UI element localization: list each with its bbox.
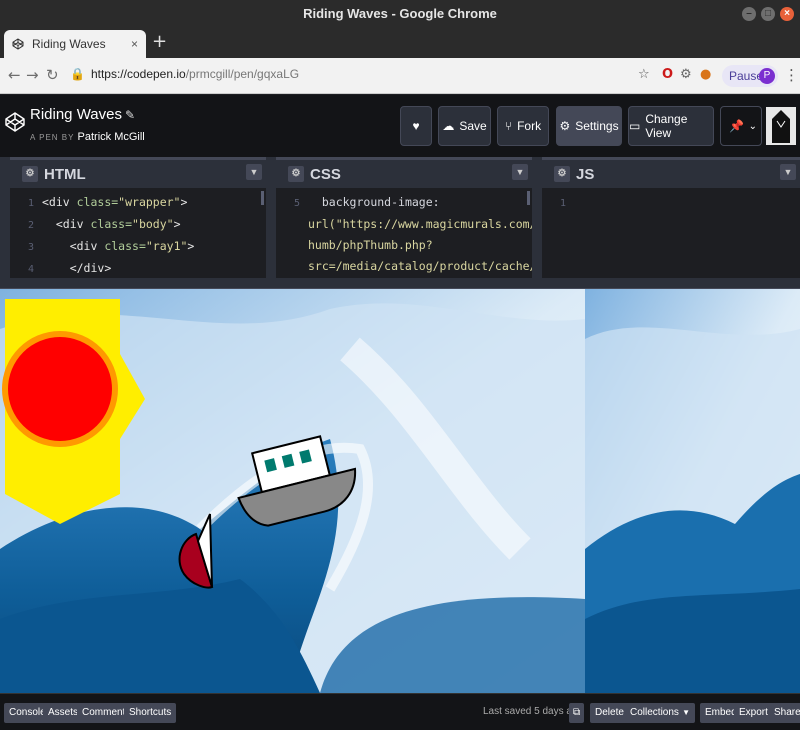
pin-menu-button[interactable]: 📌 ⌄ xyxy=(720,106,762,146)
css-code[interactable]: 5 background-image: url("https://www.mag… xyxy=(276,188,532,277)
profile-avatar: P xyxy=(759,68,775,84)
extension-icon[interactable]: ⚙ xyxy=(680,67,692,82)
codepen-favicon-icon xyxy=(12,38,24,50)
result-preview[interactable] xyxy=(0,289,800,693)
css-chevron-down-icon[interactable]: ▼ xyxy=(512,164,528,180)
codepen-footer: Console Assets Comments Shortcuts Last s… xyxy=(0,693,800,730)
layout-icon: ▭ xyxy=(629,119,641,133)
love-button[interactable]: ♥ xyxy=(400,106,432,146)
html-scrollbar[interactable] xyxy=(261,191,264,205)
tab-close-icon[interactable]: × xyxy=(131,37,138,51)
css-pane-label: CSS xyxy=(310,165,341,183)
window-title: Riding Waves - Google Chrome xyxy=(303,6,497,21)
export-button[interactable]: Export xyxy=(734,703,773,723)
code-line: 1 xyxy=(559,198,566,209)
html-editor-pane[interactable]: ⚙ HTML ▼ 1 <div class="wrapper"> 2 <div c… xyxy=(10,157,266,278)
collections-dropdown[interactable]: Collections ▼ xyxy=(625,703,695,723)
css-scrollbar[interactable] xyxy=(527,191,530,205)
sailboat-graphic xyxy=(178,513,214,589)
close-icon[interactable]: × xyxy=(780,7,794,21)
url-host: https://codepen.io xyxy=(90,67,186,81)
chevron-down-icon: ⌄ xyxy=(748,120,757,132)
url-field[interactable]: 🔒 https://codepen.io/prmcgill/pen/gqxaLG xyxy=(70,67,299,81)
boat-graphic xyxy=(237,435,357,527)
js-editor-pane[interactable]: ⚙ JS ▼ 1 xyxy=(542,157,800,278)
js-chevron-down-icon[interactable]: ▼ xyxy=(780,164,796,180)
cloud-icon: ☁ xyxy=(442,119,455,133)
lock-icon: 🔒 xyxy=(70,67,85,81)
fork-button[interactable]: ⑂ Fork xyxy=(497,106,549,146)
wave-background-repeat-image xyxy=(585,289,800,693)
code-line: 4 </div> xyxy=(27,261,112,275)
pin-icon: 📌 xyxy=(729,119,744,133)
code-line: 2 <div class="body"> xyxy=(27,217,181,231)
maximize-icon[interactable]: □ xyxy=(761,7,775,21)
fork-icon: ⑂ xyxy=(504,119,513,133)
minimize-icon[interactable]: – xyxy=(742,7,756,21)
html-pane-label: HTML xyxy=(44,165,86,183)
code-line: 5 background-image: xyxy=(293,195,440,209)
code-line: url("https://www.magicmurals.com/lib/php… xyxy=(308,217,532,231)
browser-tab[interactable]: Riding Waves × xyxy=(4,30,146,58)
profile-paused-button[interactable]: Paused P xyxy=(722,65,778,87)
save-button[interactable]: ☁ Save xyxy=(438,106,491,146)
opera-extension-icon[interactable]: O xyxy=(662,67,673,82)
avatar-image xyxy=(766,107,796,145)
editor-area: ⚙ HTML ▼ 1 <div class="wrapper"> 2 <div c… xyxy=(0,157,800,278)
js-pane-header: ⚙ JS ▼ xyxy=(542,157,800,188)
address-bar: ← → ↻ 🔒 https://codepen.io/prmcgill/pen/g… xyxy=(0,58,800,94)
resize-bar[interactable] xyxy=(0,278,800,289)
settings-button[interactable]: ⚙ Settings xyxy=(556,106,622,146)
js-settings-gear-icon[interactable]: ⚙ xyxy=(554,166,570,182)
heart-icon: ♥ xyxy=(412,119,420,133)
delete-button[interactable]: Delete xyxy=(590,703,629,723)
html-chevron-down-icon[interactable]: ▼ xyxy=(246,164,262,180)
gear-icon: ⚙ xyxy=(559,119,571,133)
js-pane-label: JS xyxy=(576,165,595,183)
html-code[interactable]: 1 <div class="wrapper"> 2 <div class="bod… xyxy=(10,188,266,278)
shortcuts-button[interactable]: Shortcuts xyxy=(124,703,177,723)
code-line: humb/phpThumb.php? xyxy=(308,238,433,252)
back-icon[interactable]: ← xyxy=(8,66,21,84)
sun-core xyxy=(8,337,112,441)
edit-title-icon[interactable]: ✎ xyxy=(125,108,135,122)
html-pane-header: ⚙ HTML ▼ xyxy=(10,157,266,188)
tab-strip: Riding Waves × + xyxy=(0,28,800,58)
url-path: /prmcgill/pen/gqxaLG xyxy=(185,67,300,81)
css-settings-gear-icon[interactable]: ⚙ xyxy=(288,166,304,182)
window-titlebar: Riding Waves - Google Chrome – □ × xyxy=(0,0,800,28)
js-code[interactable]: 1 xyxy=(542,188,800,214)
codepen-logo-icon[interactable] xyxy=(4,111,26,133)
code-line: 3 <div class="ray1"> xyxy=(27,239,195,253)
bookmark-star-icon[interactable]: ☆ xyxy=(638,67,650,82)
extension-badge-icon[interactable]: ● xyxy=(700,67,711,82)
browser-menu-icon[interactable]: ⋮ xyxy=(784,66,799,84)
css-pane-header: ⚙ CSS ▼ xyxy=(276,157,532,188)
code-line: src=/media/catalog/product/cache/1/image… xyxy=(308,259,532,273)
codepen-header: Riding Waves ✎ A PEN BY Patrick McGill ♥ … xyxy=(0,95,800,157)
html-settings-gear-icon[interactable]: ⚙ xyxy=(22,166,38,182)
new-tab-button[interactable]: + xyxy=(152,31,167,52)
forward-icon[interactable]: → xyxy=(26,66,39,84)
reload-icon[interactable]: ↻ xyxy=(46,66,59,84)
css-editor-pane[interactable]: ⚙ CSS ▼ 5 background-image: url("https:/… xyxy=(276,157,532,278)
chevron-down-icon: ▼ xyxy=(682,708,690,717)
share-button[interactable]: Share xyxy=(769,703,800,723)
sun-graphic xyxy=(2,299,145,524)
author-name[interactable]: Patrick McGill xyxy=(78,131,145,143)
pen-author: A PEN BY Patrick McGill xyxy=(30,131,145,143)
change-view-button[interactable]: ▭ Change View xyxy=(628,106,714,146)
window-controls: – □ × xyxy=(742,7,794,21)
pen-title[interactable]: Riding Waves ✎ xyxy=(30,106,135,123)
user-avatar[interactable] xyxy=(766,107,796,145)
code-line: 1 <div class="wrapper"> xyxy=(27,195,188,209)
open-external-icon[interactable]: ⧉ xyxy=(569,703,585,723)
tab-title: Riding Waves xyxy=(32,37,106,51)
